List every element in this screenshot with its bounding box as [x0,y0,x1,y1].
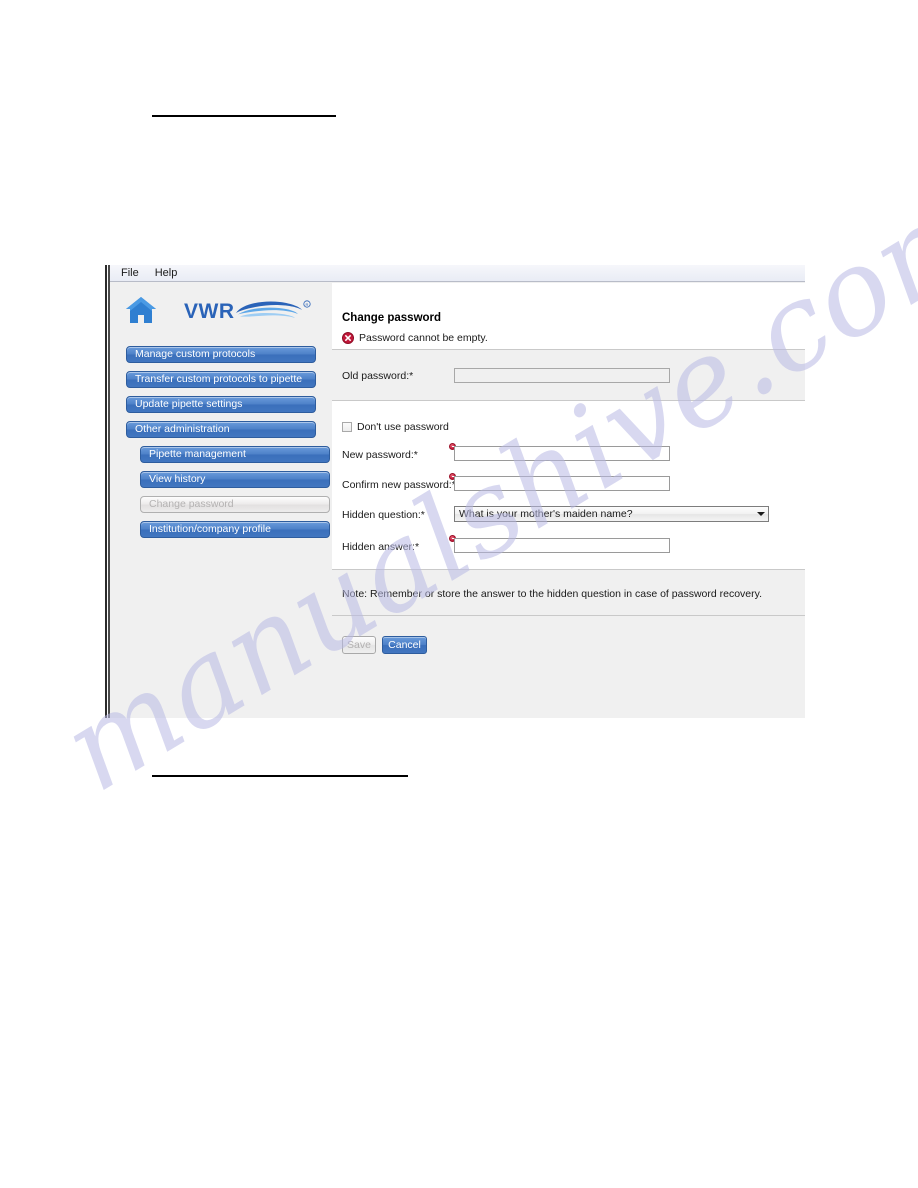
sidebar-item-institution-company-profile[interactable]: Institution/company profile [140,521,330,538]
menu-item-file[interactable]: File [121,267,139,279]
hidden-answer-label: Hidden answer:* [342,541,420,553]
sidebar-item-change-password[interactable]: Change password [140,496,330,513]
sidebar-item-transfer-custom-protocols[interactable]: Transfer custom protocols to pipette [126,371,316,388]
brand-row: VWR R [110,289,332,331]
sidebar-item-pipette-management[interactable]: Pipette management [140,446,330,463]
cancel-button[interactable]: Cancel [382,636,427,654]
confirm-new-password-label: Confirm new password:* [342,479,456,491]
error-banner: Password cannot be empty. [342,332,488,344]
old-password-label: Old password:* [342,370,414,382]
hidden-question-label: Hidden question:* [342,509,425,521]
content-pane: Change password Password cannot be empty… [332,283,805,718]
note-text: Note: Remember or store the answer to th… [342,588,763,600]
dont-use-password-label: Don't use password [357,421,449,433]
sidebar-item-view-history[interactable]: View history [140,471,330,488]
document-rule-top [152,115,336,117]
old-password-input[interactable] [454,368,670,383]
window-body: VWR R Manage custom protocols Transfer c… [110,283,805,718]
actions-band [332,616,805,718]
home-icon[interactable] [125,296,157,324]
chevron-down-icon[interactable] [754,512,768,516]
vwr-logo: VWR R [184,300,311,323]
dont-use-password-checkbox[interactable] [342,422,352,432]
dont-use-password-row[interactable]: Don't use password [342,421,449,433]
hidden-question-selected-value: What is your mother's maiden name? [459,508,633,520]
error-circle-icon [342,332,354,344]
hidden-answer-input[interactable] [454,538,670,553]
document-rule-bottom [152,775,408,777]
hidden-question-select[interactable]: What is your mother's maiden name? [454,506,769,522]
new-password-label: New password:* [342,449,418,461]
sidebar-item-manage-custom-protocols[interactable]: Manage custom protocols [126,346,316,363]
sidebar-item-update-pipette-settings[interactable]: Update pipette settings [126,396,316,413]
svg-text:VWR: VWR [184,300,235,323]
sidebar-item-other-administration[interactable]: Other administration [126,421,316,438]
menu-bar: File Help [110,265,805,282]
error-message: Password cannot be empty. [359,332,488,344]
menu-item-help[interactable]: Help [155,267,178,279]
sidebar: VWR R Manage custom protocols Transfer c… [110,283,332,718]
save-button[interactable]: Save [342,636,376,654]
page-title: Change password [342,312,442,324]
new-password-input[interactable] [454,446,670,461]
confirm-new-password-input[interactable] [454,476,670,491]
svg-text:R: R [306,302,309,307]
application-window: File Help VWR R Manage custom protocols … [105,265,805,718]
